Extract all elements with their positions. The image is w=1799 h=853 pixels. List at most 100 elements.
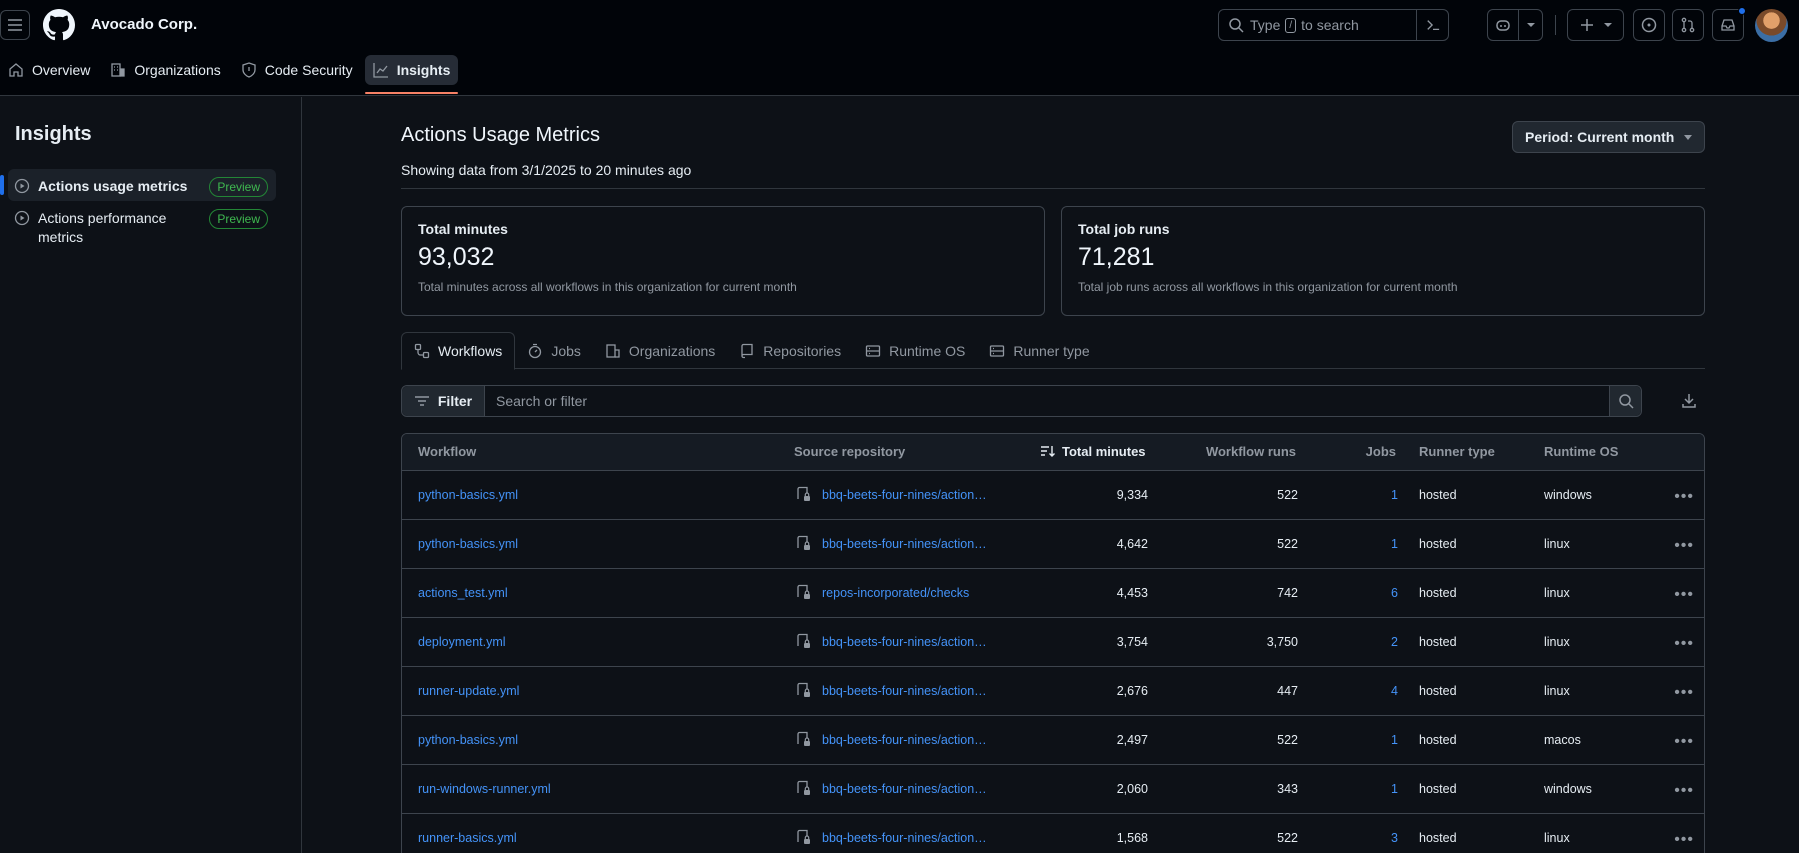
workflow-link[interactable]: python-basics.yml xyxy=(418,537,518,551)
total-minutes-value: 2,060 xyxy=(1116,782,1148,796)
private-repo-icon xyxy=(797,780,810,795)
source-repository-link[interactable]: bbq-beets-four-nines/action… xyxy=(822,831,987,845)
source-repository-link[interactable]: bbq-beets-four-nines/action… xyxy=(822,733,987,747)
tab-organizations[interactable]: Organizations xyxy=(593,332,727,369)
jobs-link[interactable]: 1 xyxy=(1391,733,1398,747)
more-options-icon[interactable]: ••• xyxy=(1674,488,1694,506)
stopwatch-icon xyxy=(529,343,542,358)
issues-button[interactable] xyxy=(1633,9,1665,41)
jobs-link[interactable]: 1 xyxy=(1391,782,1398,796)
jobs-link[interactable]: 4 xyxy=(1391,684,1398,698)
table-row[interactable]: runner-basics.yml bbq-beets-four-nines/ac… xyxy=(402,814,1704,853)
filter-button[interactable]: Filter xyxy=(402,386,485,416)
more-options-icon[interactable]: ••• xyxy=(1674,782,1694,800)
workflow-link[interactable]: python-basics.yml xyxy=(418,488,518,502)
pull-requests-button[interactable] xyxy=(1672,9,1704,41)
table-row[interactable]: python-basics.yml bbq-beets-four-nines/ac… xyxy=(402,520,1704,569)
chevron-down-icon xyxy=(1684,135,1692,140)
workflow-runs-value: 742 xyxy=(1277,586,1298,600)
search-suffix: to search xyxy=(1301,17,1359,33)
tab-runtime-os[interactable]: Runtime OS xyxy=(853,332,977,369)
col-runtime-os[interactable]: Runtime OS xyxy=(1544,444,1618,459)
jobs-link[interactable]: 1 xyxy=(1391,488,1398,502)
col-workflow-runs[interactable]: Workflow runs xyxy=(1206,444,1296,459)
table-row[interactable]: runner-update.yml bbq-beets-four-nines/ac… xyxy=(402,667,1704,716)
copilot-button[interactable] xyxy=(1487,9,1519,41)
sidebar-item-actions-performance-metrics[interactable]: Actions performance metrics Preview xyxy=(8,201,276,255)
search-shortcut: / xyxy=(1285,17,1297,33)
jobs-link[interactable]: 3 xyxy=(1391,831,1398,845)
tab-insights[interactable]: Insights xyxy=(364,55,459,94)
source-repository-link[interactable]: bbq-beets-four-nines/action… xyxy=(822,488,987,502)
workflow-runs-value: 343 xyxy=(1277,782,1298,796)
copilot-dropdown[interactable] xyxy=(1518,9,1543,41)
avatar[interactable] xyxy=(1755,9,1788,42)
download-icon[interactable] xyxy=(1681,393,1697,409)
source-repository-link[interactable]: bbq-beets-four-nines/action… xyxy=(822,782,987,796)
col-runner-type[interactable]: Runner type xyxy=(1419,444,1495,459)
workflow-link[interactable]: run-windows-runner.yml xyxy=(418,782,551,796)
tab-repositories[interactable]: Repositories xyxy=(727,332,853,369)
more-options-icon[interactable]: ••• xyxy=(1674,586,1694,604)
col-jobs[interactable]: Jobs xyxy=(1366,444,1396,459)
tab-workflows[interactable]: Workflows xyxy=(401,332,516,370)
col-total-minutes[interactable]: Total minutes xyxy=(1040,443,1146,459)
runtime-os-value: macos xyxy=(1544,733,1581,747)
org-nav: Overview Organizations Code Security Ins… xyxy=(0,55,462,96)
col-workflow[interactable]: Workflow xyxy=(418,444,476,459)
more-options-icon[interactable]: ••• xyxy=(1674,733,1694,751)
menu-button[interactable] xyxy=(0,10,30,40)
table-row[interactable]: run-windows-runner.yml bbq-beets-four-nin… xyxy=(402,765,1704,814)
source-repository-link[interactable]: bbq-beets-four-nines/action… xyxy=(822,635,987,649)
more-options-icon[interactable]: ••• xyxy=(1674,831,1694,849)
workflow-link[interactable]: runner-basics.yml xyxy=(418,831,517,845)
tab-jobs[interactable]: Jobs xyxy=(515,332,593,369)
play-circle-icon xyxy=(14,178,30,194)
filter-search-button[interactable] xyxy=(1609,386,1641,416)
inbox-icon xyxy=(1721,19,1735,31)
more-options-icon[interactable]: ••• xyxy=(1674,635,1694,653)
tab-runner-type[interactable]: Runner type xyxy=(977,332,1101,369)
tab-label: Runner type xyxy=(1013,342,1090,359)
more-options-icon[interactable]: ••• xyxy=(1674,537,1694,555)
divider xyxy=(1555,15,1556,35)
workflow-link[interactable]: actions_test.yml xyxy=(418,586,508,600)
filter-input[interactable]: Search or filter xyxy=(485,386,1609,416)
tab-label: Organizations xyxy=(628,342,716,359)
workflow-link[interactable]: python-basics.yml xyxy=(418,733,518,747)
period-select[interactable]: Period: Current month xyxy=(1512,121,1705,153)
workflow-link[interactable]: deployment.yml xyxy=(418,635,506,649)
more-options-icon[interactable]: ••• xyxy=(1674,684,1694,702)
card-value: 71,281 xyxy=(1078,243,1155,271)
source-repository-link[interactable]: bbq-beets-four-nines/action… xyxy=(822,537,987,551)
copilot-icon xyxy=(1496,20,1510,31)
workflow-runs-value: 3,750 xyxy=(1266,635,1298,649)
jobs-link[interactable]: 6 xyxy=(1391,586,1398,600)
private-repo-icon xyxy=(797,633,810,648)
create-new-button[interactable] xyxy=(1567,9,1624,41)
graph-icon xyxy=(373,63,388,78)
table-row[interactable]: python-basics.yml bbq-beets-four-nines/ac… xyxy=(402,716,1704,765)
table-row[interactable]: deployment.yml bbq-beets-four-nines/actio… xyxy=(402,618,1704,667)
source-repository-link[interactable]: repos-incorporated/checks xyxy=(822,586,969,600)
org-name[interactable]: Avocado Corp. xyxy=(91,16,197,33)
command-palette-button[interactable] xyxy=(1416,10,1448,40)
tab-overview[interactable]: Overview xyxy=(0,55,98,85)
tab-organizations[interactable]: Organizations xyxy=(102,55,228,85)
table-row[interactable]: actions_test.yml repos-incorporated/check… xyxy=(402,569,1704,618)
global-search[interactable]: Type / to search xyxy=(1218,9,1449,41)
jobs-link[interactable]: 2 xyxy=(1391,635,1398,649)
source-repository-link[interactable]: bbq-beets-four-nines/action… xyxy=(822,684,987,698)
github-logo-icon[interactable] xyxy=(43,9,75,41)
table-row[interactable]: python-basics.yml bbq-beets-four-nines/ac… xyxy=(402,471,1704,520)
workflow-link[interactable]: runner-update.yml xyxy=(418,684,519,698)
filter-bar: Filter Search or filter xyxy=(401,385,1642,417)
sidebar-item-actions-usage-metrics[interactable]: Actions usage metrics Preview xyxy=(0,169,276,201)
jobs-link[interactable]: 1 xyxy=(1391,537,1398,551)
filter-icon xyxy=(414,396,429,406)
server-icon xyxy=(865,344,881,357)
tab-label: Code Security xyxy=(264,62,353,78)
tab-code-security[interactable]: Code Security xyxy=(233,55,361,85)
plus-icon xyxy=(1580,19,1593,31)
col-source-repository[interactable]: Source repository xyxy=(794,444,905,459)
